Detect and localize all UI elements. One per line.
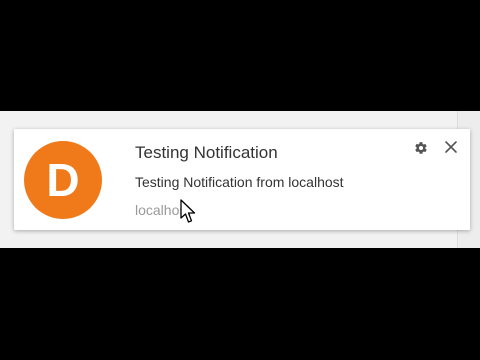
mouse-pointer-icon: [180, 199, 196, 223]
notification-close-button[interactable]: [442, 138, 460, 156]
notification-message: Testing Notification from localhost: [135, 174, 344, 190]
notification-avatar: D: [24, 141, 102, 219]
close-icon: [445, 141, 457, 153]
gear-icon: [415, 142, 427, 154]
notification-toast[interactable]: D Testing Notification Testing Notificat…: [14, 129, 470, 230]
notification-area: D Testing Notification Testing Notificat…: [0, 111, 480, 248]
avatar-letter: D: [46, 154, 80, 206]
notification-settings-button[interactable]: [412, 139, 430, 157]
notification-title: Testing Notification: [135, 143, 278, 162]
